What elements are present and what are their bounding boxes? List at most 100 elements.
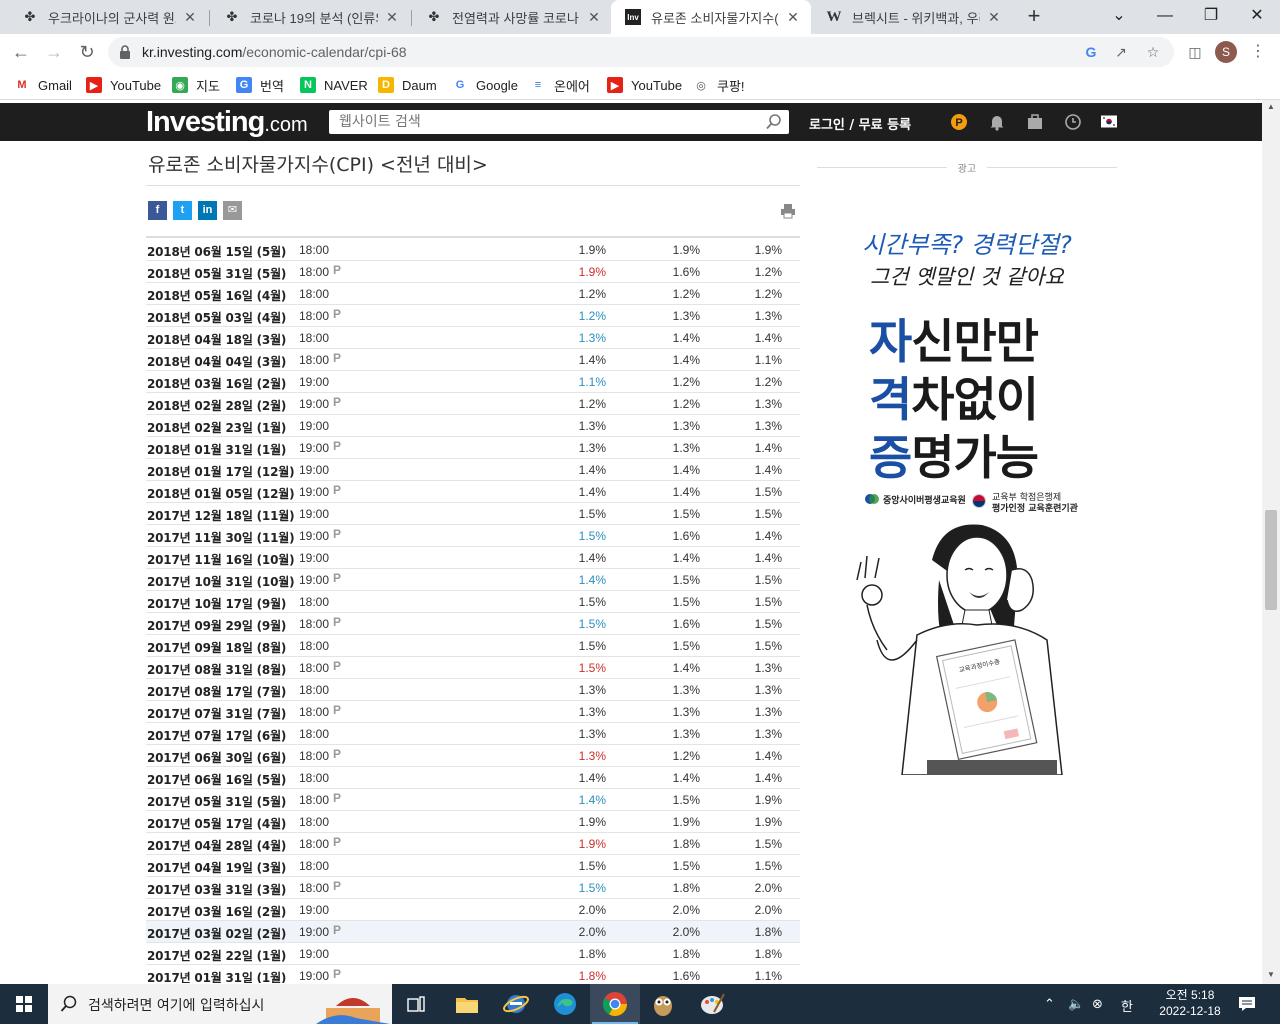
forward-arrow-icon[interactable]: → [43,41,65,63]
korea-flag-icon[interactable] [1101,115,1117,128]
table-row[interactable]: 2017년 03월 02일 (2월) 19:00 P 2.0% 2.0% 1.8% [146,921,800,943]
bookmark-item[interactable]: ▶ YouTube [86,76,161,94]
file-explorer-icon[interactable] [453,990,481,1018]
investing-pro-icon[interactable]: P [950,113,968,131]
table-row[interactable]: 2017년 11월 16일 (10월) 19:00 1.4% 1.4% 1.4% [146,547,800,569]
browser-tab[interactable]: Inv 유로존 소비자물가지수(C ✕ [611,0,811,34]
ime-indicator[interactable]: 한 [1121,996,1133,1015]
close-tab-icon[interactable]: ✕ [586,9,602,26]
print-icon[interactable] [780,203,796,219]
table-row[interactable]: 2017년 10월 17일 (9월) 18:00 1.5% 1.5% 1.5% [146,591,800,613]
advertisement-banner[interactable]: 시간부족? 경력단절? 그건 옛말인 것 같아요 자신만만 격차없이 증명가능 … [817,175,1117,775]
back-arrow-icon[interactable]: ← [10,41,32,63]
bookmark-item[interactable]: ▶ YouTube [607,76,682,94]
table-row[interactable]: 2018년 01월 05일 (12월) 19:00 P 1.4% 1.4% 1.5% [146,481,800,503]
task-view-icon[interactable] [402,990,430,1018]
volume-icon[interactable]: 🔈 [1068,996,1084,1012]
table-row[interactable]: 2018년 05월 16일 (4월) 18:00 1.2% 1.2% 1.2% [146,283,800,305]
facebook-share-icon[interactable]: f [148,201,167,220]
windows-start-icon[interactable] [0,984,48,1024]
scrollbar-thumb[interactable] [1265,510,1277,610]
portfolio-briefcase-icon[interactable] [1026,113,1044,131]
bookmark-item[interactable]: ≡ 온에어 [530,76,590,94]
clock-icon[interactable] [1064,113,1082,131]
table-row[interactable]: 2018년 02월 28일 (2월) 19:00 P 1.2% 1.2% 1.3% [146,393,800,415]
owl-app-icon[interactable] [649,990,677,1018]
login-register-link[interactable]: 로그인 / 무료 등록 [809,114,911,133]
tab-search-icon[interactable]: ⌄ [1096,0,1142,34]
table-row[interactable]: 2017년 06월 16일 (5월) 18:00 1.4% 1.4% 1.4% [146,767,800,789]
paint-app-icon[interactable] [698,990,726,1018]
close-tab-icon[interactable]: ✕ [182,9,198,26]
browser-tab[interactable]: W 브렉시트 - 위키백과, 우리 ✕ [812,0,1012,34]
edge-browser-icon[interactable] [551,990,579,1018]
table-row[interactable]: 2017년 06월 30일 (6월) 18:00 P 1.3% 1.2% 1.4% [146,745,800,767]
tray-chevron-icon[interactable]: ⌃ [1044,996,1055,1012]
table-row[interactable]: 2017년 04월 19일 (3월) 18:00 1.5% 1.5% 1.5% [146,855,800,877]
table-row[interactable]: 2018년 05월 03일 (4월) 18:00 P 1.2% 1.3% 1.3% [146,305,800,327]
minimize-button[interactable]: — [1142,0,1188,34]
browser-menu-icon[interactable]: ⋮ [1250,40,1266,64]
table-row[interactable]: 2017년 09월 18일 (8월) 18:00 1.5% 1.5% 1.5% [146,635,800,657]
site-search[interactable] [329,110,789,134]
restore-button[interactable]: ❐ [1188,0,1234,34]
notification-bell-icon[interactable] [988,113,1006,131]
table-row[interactable]: 2018년 04월 04일 (3월) 18:00 P 1.4% 1.4% 1.1% [146,349,800,371]
site-search-input[interactable] [329,110,749,134]
twitter-share-icon[interactable]: t [173,201,192,220]
close-tab-icon[interactable]: ✕ [384,9,400,26]
bookmark-star-icon[interactable]: ☆ [1144,43,1162,61]
reload-icon[interactable]: ↻ [76,41,98,63]
internet-explorer-icon[interactable] [502,990,530,1018]
notification-center-icon[interactable] [1238,996,1256,1012]
table-row[interactable]: 2017년 04월 28일 (4월) 18:00 P 1.9% 1.8% 1.5% [146,833,800,855]
bookmark-item[interactable]: G Google [452,76,518,94]
table-row[interactable]: 2017년 05월 31일 (5월) 18:00 P 1.4% 1.5% 1.9% [146,789,800,811]
scroll-up-arrow-icon[interactable]: ▲ [1262,100,1280,114]
table-row[interactable]: 2017년 03월 31일 (3월) 18:00 P 1.5% 1.8% 2.0% [146,877,800,899]
side-panel-icon[interactable]: ◫ [1184,41,1206,63]
table-row[interactable]: 2017년 12월 18일 (11월) 19:00 1.5% 1.5% 1.5% [146,503,800,525]
scroll-down-arrow-icon[interactable]: ▼ [1262,968,1280,982]
new-tab-button[interactable]: + [1022,4,1046,28]
investing-logo[interactable]: Investing.com [146,106,308,139]
taskbar-search-box[interactable]: 검색하려면 여기에 입력하십시 [48,984,392,1024]
bookmark-item[interactable]: ◎ 쿠팡! [693,76,745,94]
table-row[interactable]: 2017년 03월 16일 (2월) 19:00 2.0% 2.0% 2.0% [146,899,800,921]
profile-avatar[interactable]: S [1215,41,1237,63]
table-row[interactable]: 2018년 05월 31일 (5월) 18:00 P 1.9% 1.6% 1.2% [146,261,800,283]
table-row[interactable]: 2017년 11월 30일 (11월) 19:00 P 1.5% 1.6% 1.4% [146,525,800,547]
email-share-icon[interactable]: ✉ [223,201,242,220]
table-row[interactable]: 2018년 03월 16일 (2월) 19:00 1.1% 1.2% 1.2% [146,371,800,393]
table-row[interactable]: 2018년 02월 23일 (1월) 19:00 1.3% 1.3% 1.3% [146,415,800,437]
table-row[interactable]: 2017년 10월 31일 (10월) 19:00 P 1.4% 1.5% 1.5% [146,569,800,591]
bookmark-item[interactable]: M Gmail [14,76,72,94]
table-row[interactable]: 2017년 05월 17일 (4월) 18:00 1.9% 1.9% 1.9% [146,811,800,833]
browser-tab[interactable]: ✤ 우크라이나의 군사력 원조 ✕ [8,0,208,34]
browser-tab[interactable]: ✤ 코로나 19의 분석 (인류의 ✕ [210,0,410,34]
table-row[interactable]: 2017년 09월 29일 (9월) 18:00 P 1.5% 1.6% 1.5% [146,613,800,635]
chrome-taskbar-item[interactable] [590,984,640,1024]
linkedin-share-icon[interactable]: in [198,201,217,220]
close-window-button[interactable]: ✕ [1234,0,1280,34]
share-icon[interactable]: ↗ [1112,43,1130,61]
table-row[interactable]: 2018년 01월 31일 (1월) 19:00 P 1.3% 1.3% 1.4% [146,437,800,459]
address-bar[interactable]: kr.investing.com/economic-calendar/cpi-6… [108,37,1174,67]
bookmark-item[interactable]: ◉ 지도 [172,76,220,94]
close-tab-icon[interactable]: ✕ [986,9,1002,26]
table-row[interactable]: 2017년 07월 17일 (6월) 18:00 1.3% 1.3% 1.3% [146,723,800,745]
table-row[interactable]: 2018년 01월 17일 (12월) 19:00 1.4% 1.4% 1.4% [146,459,800,481]
table-row[interactable]: 2017년 01월 31일 (1월) 19:00 P 1.8% 1.6% 1.1% [146,965,800,983]
table-row[interactable]: 2017년 08월 17일 (7월) 18:00 1.3% 1.3% 1.3% [146,679,800,701]
browser-tab[interactable]: ✤ 전염력과 사망률 코로나 ✕ [412,0,612,34]
bookmark-item[interactable]: D Daum [378,76,437,94]
table-row[interactable]: 2017년 07월 31일 (7월) 18:00 P 1.3% 1.3% 1.3% [146,701,800,723]
taskbar-clock[interactable]: 오전 5:18 2022-12-18 [1148,987,1232,1019]
lock-icon[interactable] [118,44,132,60]
google-translate-icon[interactable]: G [1082,43,1100,61]
close-tab-icon[interactable]: ✕ [785,9,801,26]
search-icon[interactable] [765,113,783,131]
table-row[interactable]: 2017년 08월 31일 (8월) 18:00 P 1.5% 1.4% 1.3% [146,657,800,679]
network-disconnected-icon[interactable]: ⊗ [1092,996,1103,1012]
table-row[interactable]: 2017년 02월 22일 (1월) 19:00 1.8% 1.8% 1.8% [146,943,800,965]
